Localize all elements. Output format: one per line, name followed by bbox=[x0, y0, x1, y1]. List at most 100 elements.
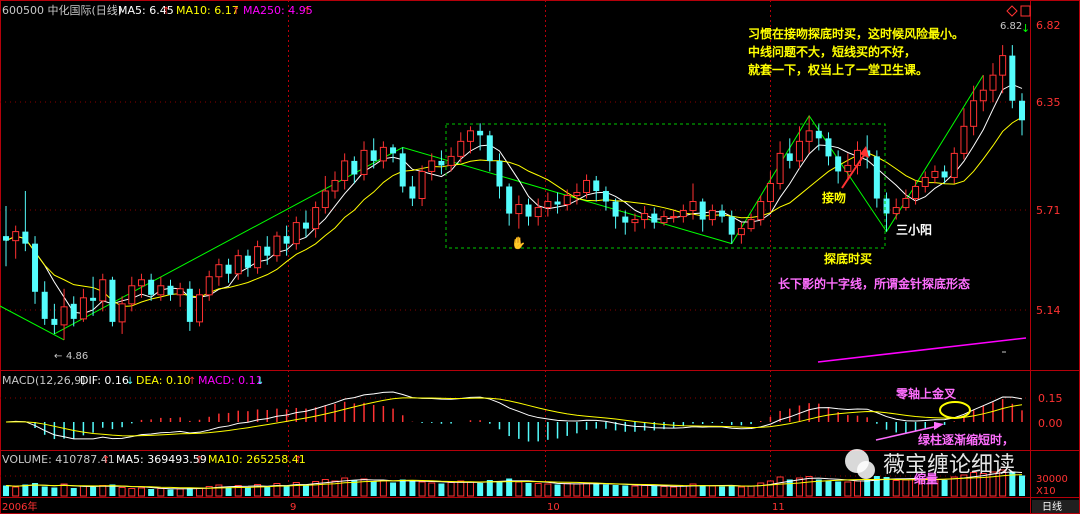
candle[interactable] bbox=[3, 206, 9, 267]
volume-bar bbox=[41, 486, 48, 496]
candle[interactable] bbox=[137, 273, 145, 298]
candle[interactable] bbox=[719, 204, 726, 223]
volume-bar bbox=[563, 483, 571, 497]
candle[interactable] bbox=[912, 180, 920, 205]
candle[interactable] bbox=[225, 258, 232, 283]
candle[interactable] bbox=[32, 236, 39, 304]
candle[interactable] bbox=[292, 216, 300, 250]
candle[interactable] bbox=[534, 198, 542, 226]
candle[interactable] bbox=[273, 231, 281, 262]
candle[interactable] bbox=[12, 225, 20, 259]
candle[interactable] bbox=[205, 270, 213, 301]
candle[interactable] bbox=[766, 171, 774, 211]
candle[interactable] bbox=[670, 210, 678, 223]
candle[interactable] bbox=[708, 204, 716, 226]
candle-body bbox=[351, 160, 358, 175]
candle[interactable] bbox=[612, 198, 619, 229]
candle[interactable] bbox=[341, 153, 349, 190]
bottom-buy-label: 探底时买 bbox=[824, 251, 872, 266]
candle[interactable] bbox=[196, 288, 204, 327]
candles[interactable] bbox=[3, 45, 1025, 340]
candle[interactable] bbox=[931, 165, 939, 184]
candle[interactable] bbox=[312, 201, 320, 238]
candle[interactable] bbox=[51, 303, 58, 334]
ma250-line bbox=[817, 337, 1027, 363]
candle[interactable] bbox=[737, 222, 745, 244]
candle[interactable] bbox=[418, 165, 426, 207]
candle-body bbox=[99, 279, 107, 302]
candle[interactable] bbox=[892, 198, 900, 220]
candle[interactable] bbox=[302, 210, 309, 238]
candle[interactable] bbox=[795, 126, 803, 169]
candle[interactable] bbox=[331, 171, 339, 199]
candle[interactable] bbox=[563, 189, 571, 211]
vol-ma5-up-arrow: ↑ bbox=[195, 455, 203, 466]
volume-bar bbox=[477, 483, 484, 496]
diamond-icon[interactable] bbox=[1006, 5, 1018, 17]
candle[interactable] bbox=[176, 282, 184, 307]
candle[interactable] bbox=[593, 175, 600, 202]
candle[interactable] bbox=[109, 276, 116, 327]
candle[interactable] bbox=[186, 281, 193, 331]
candle[interactable] bbox=[1009, 45, 1016, 109]
volume-bar bbox=[379, 480, 387, 497]
candle-body bbox=[766, 182, 774, 203]
candle[interactable] bbox=[950, 147, 958, 184]
candle[interactable] bbox=[360, 141, 368, 181]
candle-body bbox=[90, 297, 97, 301]
candle[interactable] bbox=[747, 213, 755, 232]
candle[interactable] bbox=[41, 281, 48, 325]
candle[interactable] bbox=[428, 153, 436, 181]
volume-bar bbox=[679, 485, 687, 497]
candle[interactable] bbox=[873, 150, 880, 208]
candle[interactable] bbox=[390, 144, 397, 163]
candle[interactable] bbox=[22, 191, 29, 252]
candle[interactable] bbox=[167, 279, 174, 301]
volume-bar bbox=[670, 486, 678, 497]
candle[interactable] bbox=[970, 85, 978, 136]
candle[interactable] bbox=[1019, 93, 1025, 136]
candle[interactable] bbox=[486, 130, 493, 172]
candle[interactable] bbox=[786, 138, 793, 169]
candle[interactable] bbox=[60, 288, 68, 340]
candle[interactable] bbox=[244, 249, 251, 277]
candle[interactable] bbox=[215, 258, 223, 286]
candle[interactable] bbox=[679, 204, 687, 223]
candle[interactable] bbox=[805, 115, 813, 154]
candle[interactable] bbox=[825, 132, 832, 166]
candle[interactable] bbox=[99, 273, 107, 312]
candle[interactable] bbox=[321, 175, 329, 214]
candle[interactable] bbox=[979, 75, 987, 112]
candle[interactable] bbox=[989, 63, 997, 103]
price-tick-1: 6.82 bbox=[1036, 19, 1061, 32]
candle[interactable] bbox=[351, 156, 358, 184]
candle[interactable] bbox=[409, 175, 416, 207]
candle[interactable] bbox=[438, 150, 445, 175]
candle[interactable] bbox=[399, 147, 406, 193]
candle-body bbox=[747, 219, 755, 230]
candle[interactable] bbox=[525, 198, 532, 226]
candle[interactable] bbox=[883, 192, 890, 232]
candle[interactable] bbox=[477, 123, 484, 151]
candle[interactable] bbox=[776, 141, 784, 190]
candle[interactable] bbox=[699, 198, 706, 232]
candle-body bbox=[1009, 55, 1016, 101]
volume-bar bbox=[418, 481, 426, 497]
candle[interactable] bbox=[999, 45, 1007, 94]
candle-body bbox=[689, 201, 697, 212]
candle[interactable] bbox=[379, 141, 387, 169]
candle[interactable] bbox=[960, 108, 968, 160]
candle[interactable] bbox=[921, 171, 929, 193]
chart-canvas[interactable]: 600500 中化国际(日线) MA5: 6.45 MA10: 6.17 MA2… bbox=[0, 0, 1080, 514]
candle[interactable] bbox=[641, 206, 649, 229]
candle[interactable] bbox=[622, 210, 629, 235]
candle[interactable] bbox=[515, 195, 523, 229]
candle[interactable] bbox=[506, 183, 513, 226]
window-icon[interactable] bbox=[1020, 5, 1031, 17]
volume-bar bbox=[854, 480, 862, 497]
candle[interactable] bbox=[79, 288, 87, 322]
month-label-4: 11 bbox=[772, 502, 785, 513]
candle[interactable] bbox=[254, 240, 262, 274]
candle[interactable] bbox=[496, 153, 503, 199]
candle[interactable] bbox=[651, 207, 658, 229]
